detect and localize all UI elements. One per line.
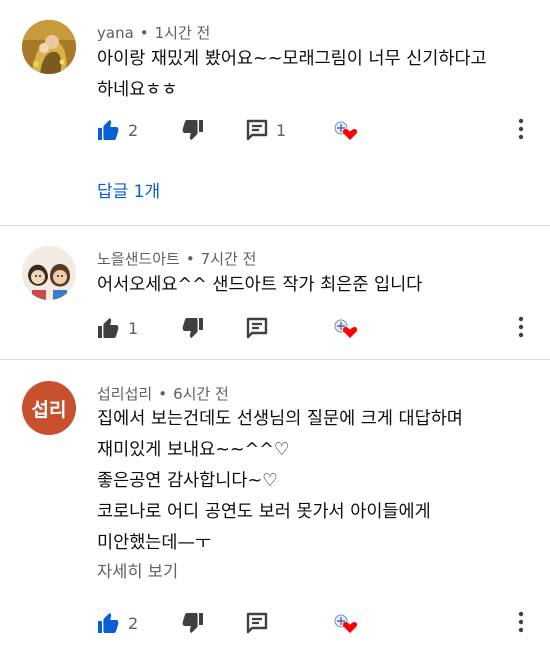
meta-separator: •: [185, 250, 195, 268]
like-button[interactable]: 1: [96, 313, 138, 343]
thumbs-up-icon: [96, 316, 120, 340]
comment-meta: yana • 1시간 전: [97, 22, 210, 43]
author-name[interactable]: yana: [97, 24, 134, 42]
reply-button[interactable]: [246, 313, 268, 343]
like-count: 2: [128, 613, 139, 633]
comment-actions: 2: [0, 608, 550, 638]
author-name[interactable]: 노을샌드아트: [97, 250, 180, 268]
comment-meta: 섭리섭리 • 6시간 전: [97, 383, 229, 404]
more-vert-icon[interactable]: [517, 609, 525, 639]
avatar-initials: 섭리: [31, 398, 67, 421]
more-vert-icon[interactable]: [517, 116, 525, 146]
reply-button[interactable]: [246, 608, 268, 638]
creator-heart-icon: [333, 119, 359, 141]
reply-icon: [246, 612, 268, 634]
creator-heart-icon: [333, 612, 359, 634]
like-button[interactable]: 2: [96, 608, 138, 638]
thumbs-down-icon: [181, 611, 205, 635]
view-replies-link[interactable]: 답글 1개: [97, 177, 160, 202]
reply-icon: [246, 119, 268, 141]
thumbs-up-icon: [96, 611, 120, 635]
like-count: 2: [128, 120, 139, 140]
reply-count: 1: [276, 120, 287, 140]
comment-line: 코로나로 어디 공연도 보러 못가서 아이들에게: [97, 502, 431, 522]
read-more-link[interactable]: 자세히 보기: [97, 558, 178, 582]
comment-actions: 2 1: [0, 115, 550, 145]
avatar[interactable]: [22, 246, 76, 300]
comment-time[interactable]: 6시간 전: [173, 385, 229, 403]
comment-text: 집에서 보는건데도 선생님의 질문에 크게 대답하며 재미있게 보내요~~^^♡…: [97, 404, 463, 559]
comment-line: 집에서 보는건데도 선생님의 질문에 크게 대답하며: [97, 409, 463, 429]
meta-separator: •: [139, 24, 149, 42]
comment-line: 미안했는데—ㅜ: [97, 533, 212, 553]
reply-icon: [246, 317, 268, 339]
more-vert-icon[interactable]: [517, 314, 525, 344]
comment-meta: 노을샌드아트 • 7시간 전: [97, 248, 256, 269]
thumbs-down-icon: [181, 316, 205, 340]
comment-actions: 1: [0, 313, 550, 343]
comment-line: 어서오세요^^ 샌드아트 작가 최은준 입니다: [97, 275, 423, 295]
comment-line: 하네요ㅎㅎ: [97, 80, 178, 100]
like-count: 1: [128, 318, 139, 338]
thumbs-down-icon: [181, 118, 205, 142]
like-button[interactable]: 2: [96, 115, 138, 145]
comment-time[interactable]: 7시간 전: [201, 250, 257, 268]
dislike-button[interactable]: [181, 608, 205, 638]
comment-divider: [0, 225, 550, 226]
author-name[interactable]: 섭리섭리: [97, 385, 152, 403]
comment-text: 아이랑 재밌게 봤어요~~모래그림이 너무 신기하다고 하네요ㅎㅎ: [97, 44, 487, 106]
dislike-button[interactable]: [181, 115, 205, 145]
comment-line: 좋은공연 감사합니다~♡: [97, 471, 278, 491]
reply-button[interactable]: 1: [246, 115, 286, 145]
avatar[interactable]: [22, 20, 76, 74]
avatar[interactable]: 섭리: [22, 381, 76, 435]
creator-heart-icon: [333, 317, 359, 339]
comment-line: 재미있게 보내요~~^^♡: [97, 440, 290, 460]
dislike-button[interactable]: [181, 313, 205, 343]
thumbs-up-icon: [96, 118, 120, 142]
comment-text: 어서오세요^^ 샌드아트 작가 최은준 입니다: [97, 270, 422, 301]
comment-line: 아이랑 재밌게 봤어요~~모래그림이 너무 신기하다고: [97, 49, 487, 69]
comment-time[interactable]: 1시간 전: [155, 24, 211, 42]
meta-separator: •: [158, 385, 168, 403]
comment-divider: [0, 359, 550, 360]
